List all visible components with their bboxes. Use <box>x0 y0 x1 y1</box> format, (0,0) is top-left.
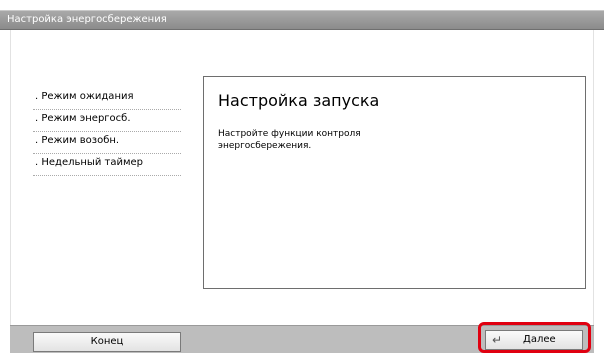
menu-item-label: . Режим ожидания <box>35 91 134 102</box>
window-title: Настройка энергосбережения <box>7 14 167 25</box>
menu-item-standby-mode[interactable]: . Режим ожидания <box>33 88 181 110</box>
menu-item-weekly-timer[interactable]: . Недельный таймер <box>33 154 181 176</box>
content-panel: Настройка запуска Настройте функции конт… <box>203 76 586 289</box>
dialog-window: Настройка энергосбережения . Режим ожида… <box>0 0 604 353</box>
next-button-label: Далее <box>523 334 556 345</box>
settings-menu: . Режим ожидания . Режим энергосб. . Реж… <box>33 88 181 176</box>
end-button[interactable]: Конец <box>33 332 181 352</box>
menu-item-label: . Режим энергосб. <box>35 113 131 124</box>
end-button-label: Конец <box>90 336 124 347</box>
return-arrow-icon: ↵ <box>492 333 503 347</box>
content-description: Настройте функции контроля энергосбереже… <box>218 129 361 151</box>
menu-item-label: . Режим возобн. <box>35 135 120 146</box>
next-button[interactable]: ↵ Далее <box>485 330 583 350</box>
menu-item-label: . Недельный таймер <box>35 157 143 168</box>
menu-item-power-save-mode[interactable]: . Режим энергосб. <box>33 110 181 132</box>
title-bar: Настройка энергосбережения <box>0 10 604 30</box>
menu-item-resume-mode[interactable]: . Режим возобн. <box>33 132 181 154</box>
content-title: Настройка запуска <box>218 91 380 110</box>
